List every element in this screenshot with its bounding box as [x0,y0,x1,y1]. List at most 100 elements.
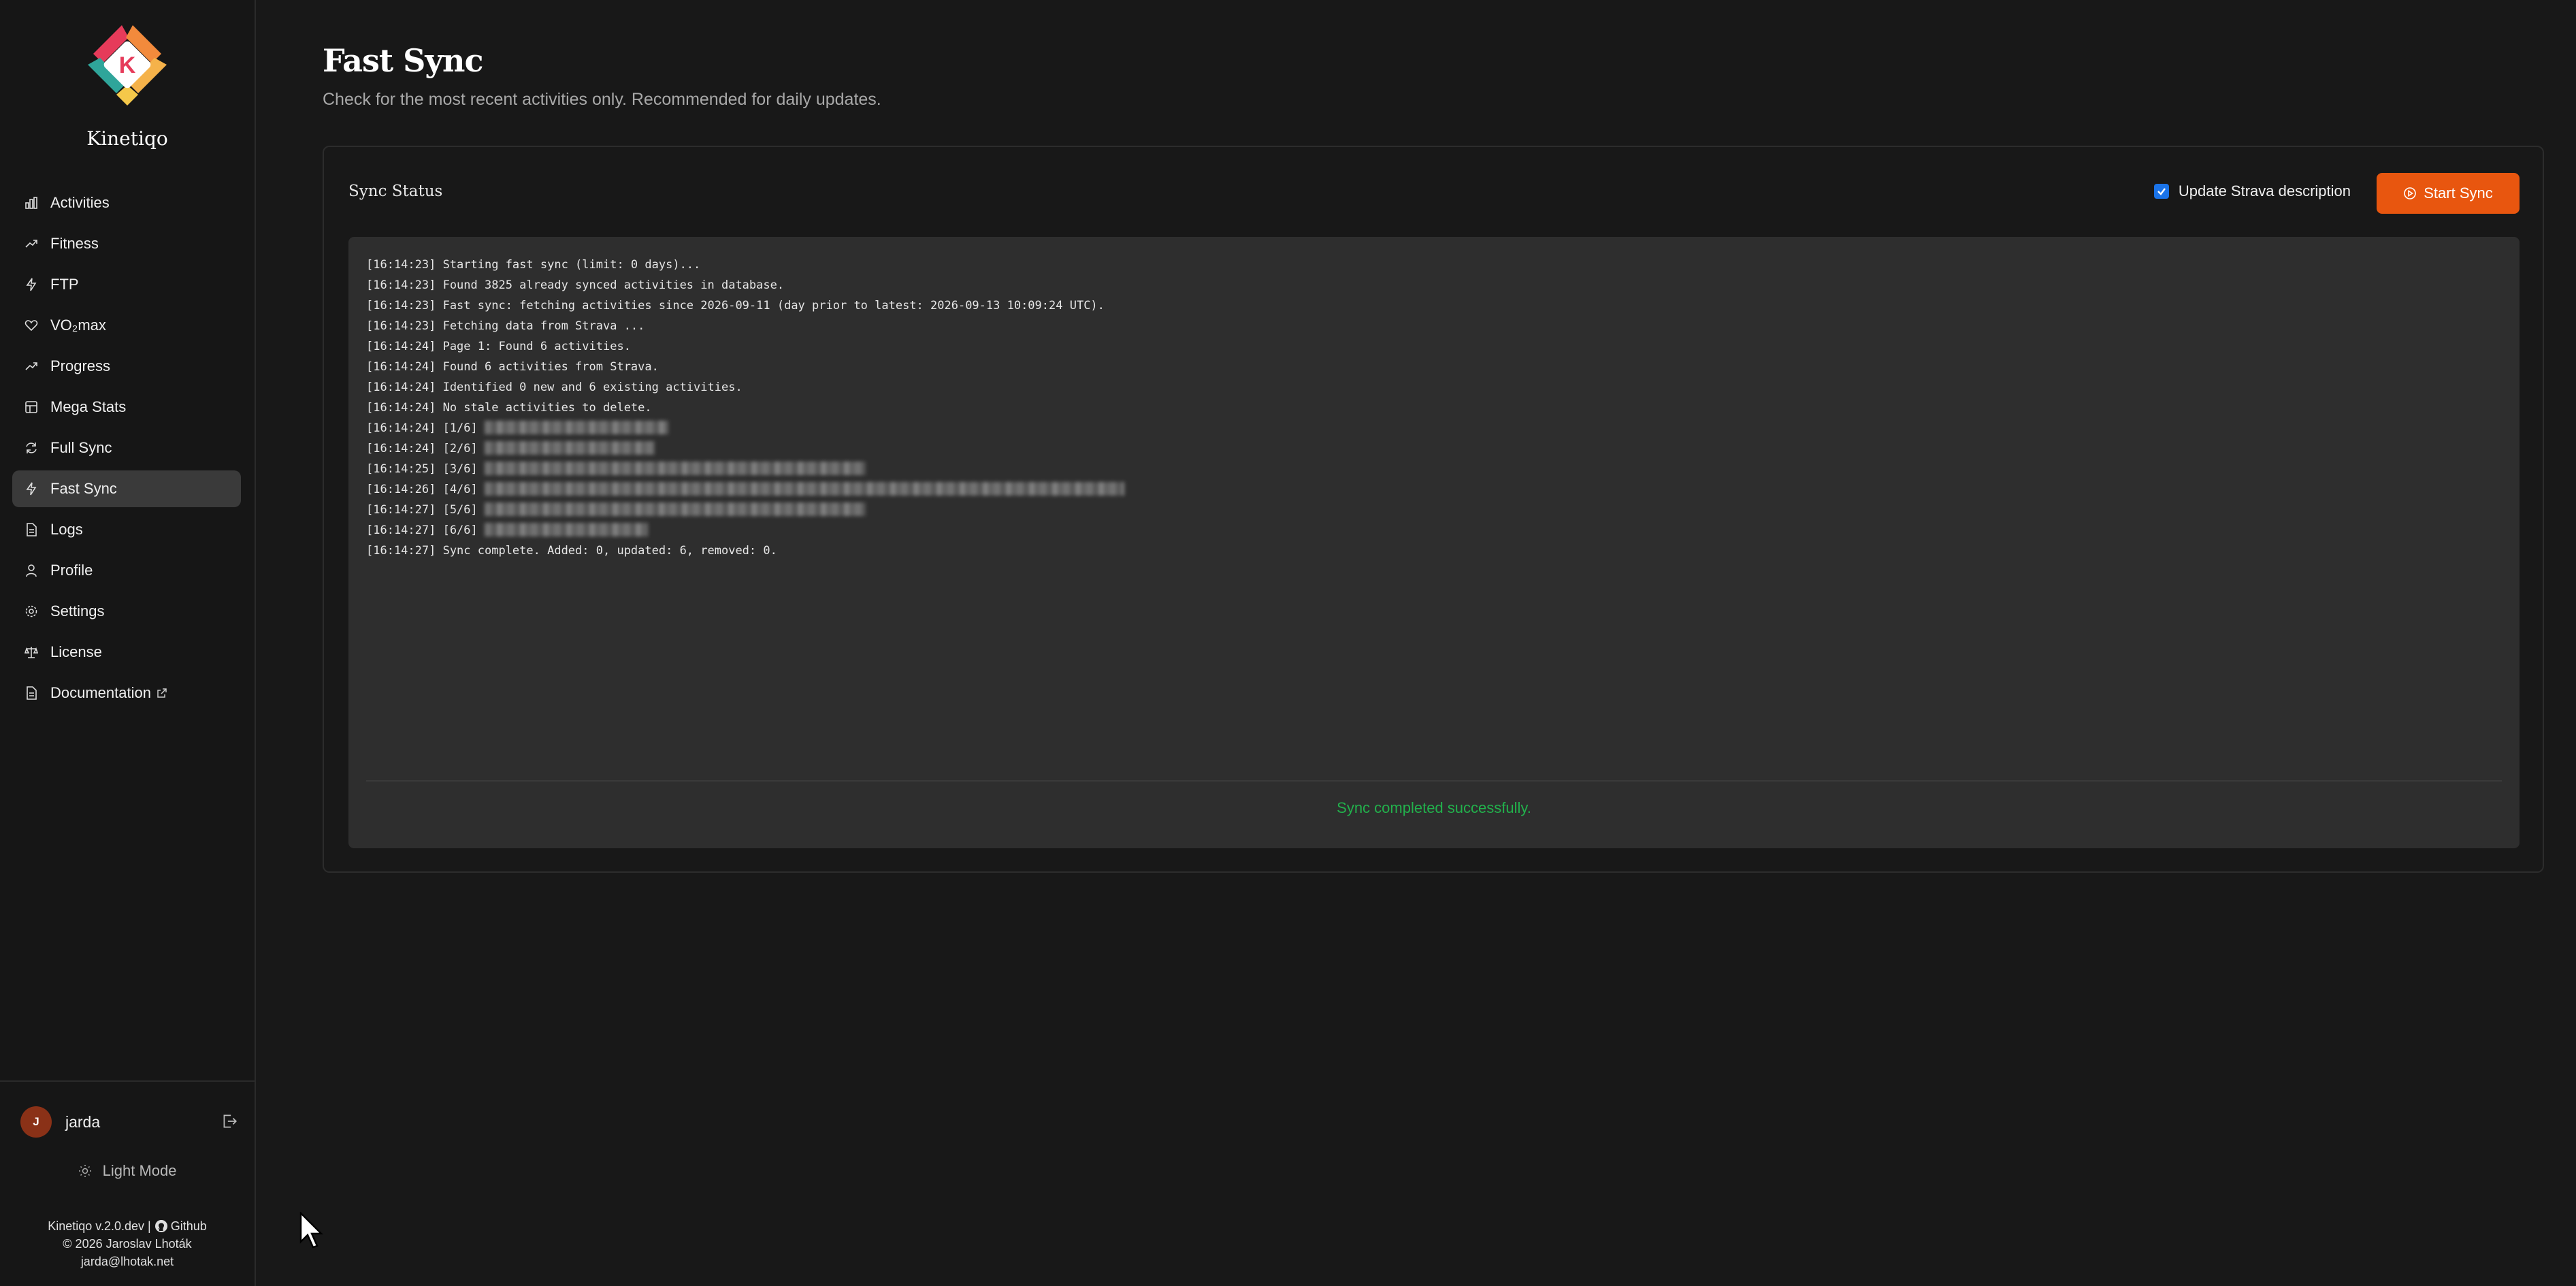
trend-up-icon [25,359,38,373]
sidebar-item-label: Fitness [50,235,99,252]
sidebar-item-documentation[interactable]: Documentation [12,675,241,711]
log-line-prefix: [16:14:24] [1/6] [366,421,478,435]
sidebar-item-mega-stats[interactable]: Mega Stats [12,389,241,425]
trend-up-icon [25,237,38,251]
log-line-prefix: [16:14:27] [6/6] [366,524,478,537]
sidebar-nav: Activities Fitness FTP VO₂max Progress M… [12,184,241,716]
sidebar-item-progress[interactable]: Progress [12,348,241,385]
card-title: Sync Status [348,182,443,200]
sidebar-item-logs[interactable]: Logs [12,511,241,548]
username: jarda [65,1112,101,1131]
svg-text:K: K [119,52,136,78]
log-line: [16:14:24] No stale activities to delete… [366,401,652,415]
log-line: [16:14:24] Found 6 activities from Strav… [366,360,659,374]
github-link[interactable]: Github [154,1219,207,1233]
log-line-prefix: [16:14:25] [3/6] [366,462,478,476]
grid-icon [25,400,38,414]
log-line: [16:14:23] Found 3825 already synced act… [366,278,785,292]
redacted-text [485,482,1125,496]
sidebar: K Kinetiqo Activities Fitness FTP VO₂max… [0,0,256,1286]
sidebar-item-profile[interactable]: Profile [12,552,241,589]
sidebar-item-label: FTP [50,276,79,293]
external-link-icon [157,688,167,698]
start-sync-label: Start Sync [2424,184,2493,202]
user-profile[interactable]: J jarda [20,1104,238,1140]
lightning-icon [25,482,38,496]
redacted-text [485,421,669,434]
log-line-prefix: [16:14:27] [5/6] [366,503,478,517]
log-line-redacted: [16:14:27] [6/6] [366,520,1124,541]
sidebar-item-vo2max[interactable]: VO₂max [12,307,241,344]
light-mode-toggle[interactable]: Light Mode [0,1161,255,1180]
sidebar-item-label: Fast Sync [50,480,117,497]
sidebar-item-label: Profile [50,562,93,579]
sidebar-item-settings[interactable]: Settings [12,593,241,630]
play-circle-icon [2404,187,2417,199]
light-mode-label: Light Mode [102,1162,177,1180]
sidebar-item-fast-sync[interactable]: Fast Sync [12,470,241,507]
bar-chart-icon [25,196,38,210]
log-line: [16:14:23] Fast sync: fetching activitie… [366,299,1105,312]
gear-icon [25,605,38,618]
log-line-prefix: [16:14:26] [4/6] [366,483,478,496]
avatar: J [20,1106,52,1138]
sync-log-console[interactable]: [16:14:23] Starting fast sync (limit: 0 … [348,237,2520,848]
log-line-redacted: [16:14:26] [4/6] [366,479,1125,500]
checkbox-checked-icon[interactable] [2153,184,2169,199]
console-divider [366,780,2502,782]
page-title: Fast Sync [323,42,484,79]
log-line-redacted: [16:14:24] [1/6] [366,418,1124,438]
github-label: Github [170,1219,207,1233]
sidebar-item-label: Logs [50,521,83,538]
app-logo[interactable]: K [0,20,255,109]
log-line: [16:14:23] Fetching data from Strava ... [366,319,645,333]
user-icon [25,564,38,577]
file-icon [25,686,38,700]
sidebar-footer: Kinetiqo v.2.0.dev | Github © 2026 Jaros… [0,1217,255,1270]
log-line: [16:14:24] Page 1: Found 6 activities. [366,340,631,353]
scale-icon [25,645,38,659]
sidebar-item-activities[interactable]: Activities [12,184,241,221]
sidebar-item-label: Progress [50,357,111,374]
log-line-redacted: [16:14:27] [5/6] [366,500,1124,520]
sidebar-item-license[interactable]: License [12,634,241,671]
log-line-prefix: [16:14:24] [2/6] [366,442,478,455]
file-icon [25,523,38,536]
redacted-text [485,441,655,455]
sidebar-item-fitness[interactable]: Fitness [12,225,241,262]
brand-name: Kinetiqo [86,127,168,150]
github-icon [154,1220,167,1232]
sidebar-item-label: Activities [50,194,110,211]
sidebar-item-label: Settings [50,602,105,620]
sync-status-message: Sync completed successfully. [1337,799,1531,816]
sidebar-item-label: Full Sync [50,439,112,456]
sidebar-item-label: Mega Stats [50,398,127,415]
sun-icon [78,1162,99,1179]
redacted-text [485,502,866,516]
heart-icon [25,319,38,332]
log-line-redacted: [16:14:24] [2/6] [366,438,1124,459]
redacted-text [485,523,649,536]
sidebar-item-full-sync[interactable]: Full Sync [12,430,241,466]
sidebar-divider [0,1080,255,1082]
version-text: Kinetiqo v.2.0.dev | [48,1219,151,1233]
lightning-icon [25,278,38,291]
sidebar-item-label: License [50,643,102,660]
sidebar-item-ftp[interactable]: FTP [12,266,241,303]
start-sync-button[interactable]: Start Sync [2377,173,2520,214]
sidebar-item-label: Documentation [50,684,151,701]
sync-status-card: Sync Status Update Strava description St… [323,146,2544,873]
log-line: [16:14:27] Sync complete. Added: 0, upda… [366,544,777,558]
redacted-text [485,462,866,475]
refresh-icon [25,441,38,455]
mouse-cursor-icon [299,1211,324,1253]
log-line-redacted: [16:14:25] [3/6] [366,459,1124,479]
log-line: [16:14:24] Identified 0 new and 6 existi… [366,381,743,394]
logout-icon[interactable] [221,1112,238,1130]
log-line: [16:14:23] Starting fast sync (limit: 0 … [366,258,701,272]
copyright-text: © 2026 Jaroslav Lhoták [63,1237,192,1251]
update-strava-description-checkbox[interactable]: Update Strava description [2153,182,2351,200]
page-subtitle: Check for the most recent activities onl… [323,90,881,109]
email-link[interactable]: jarda@lhotak.net [0,1253,255,1270]
checkbox-label: Update Strava description [2178,182,2351,199]
